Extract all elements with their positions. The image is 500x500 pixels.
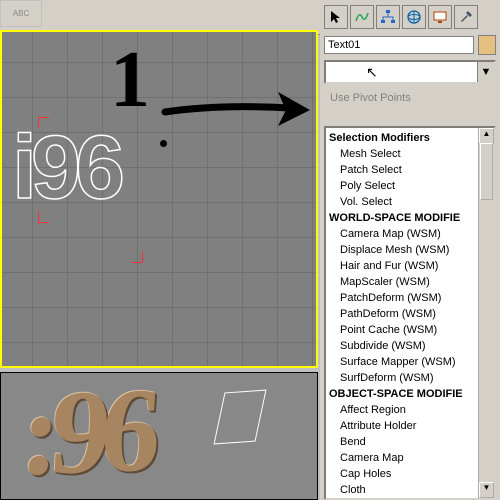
modifier-list-scrollbar[interactable]: ▲ ▼ — [478, 128, 494, 498]
modifier-list-dropdown[interactable]: ↖ ▼ — [324, 60, 496, 84]
toolbar-cropped-left: ABC — [0, 0, 42, 27]
display-monitor-icon[interactable] — [428, 5, 452, 29]
curve-icon[interactable] — [350, 5, 374, 29]
modifier-item[interactable]: Cap Holes — [326, 466, 494, 482]
text-object-i96[interactable]: i96 — [12, 117, 119, 220]
scroll-up-button[interactable]: ▲ — [479, 128, 494, 144]
modifier-group-header: Selection Modifiers — [326, 130, 494, 146]
cursor-arrow-icon: ↖ — [366, 64, 378, 81]
modifier-list: Selection ModifiersMesh SelectPatch Sele… — [326, 128, 494, 500]
wireframe-box — [213, 390, 266, 445]
scroll-thumb[interactable] — [480, 143, 493, 200]
modifier-item[interactable]: SurfDeform (WSM) — [326, 370, 494, 386]
viewport-top[interactable]: i96 — [0, 30, 318, 368]
modifier-item[interactable]: Mesh Select — [326, 146, 494, 162]
hierarchy-icon[interactable] — [376, 5, 400, 29]
modifier-item[interactable]: Poly Select — [326, 178, 494, 194]
modifier-item[interactable]: Affect Region — [326, 402, 494, 418]
modifier-item[interactable]: Camera Map (WSM) — [326, 226, 494, 242]
scroll-down-button[interactable]: ▼ — [479, 482, 494, 498]
modifier-item[interactable]: Cloth — [326, 482, 494, 498]
select-arrow-icon[interactable] — [324, 5, 348, 29]
modifier-item[interactable]: Subdivide (WSM) — [326, 338, 494, 354]
use-pivot-points-label: Use Pivot Points — [324, 90, 496, 106]
modifier-group-header: WORLD-SPACE MODIFIE — [326, 210, 494, 226]
command-panel: ↖ ▼ Use Pivot Points Selection Modifiers… — [320, 30, 500, 500]
modifier-item[interactable]: MapScaler (WSM) — [326, 274, 494, 290]
toolbar-spacer — [2, 5, 322, 29]
modifier-group-header: OBJECT-SPACE MODIFIE — [326, 386, 494, 402]
modifier-item[interactable]: Point Cache (WSM) — [326, 322, 494, 338]
object-name-input[interactable] — [324, 36, 474, 54]
modifier-item[interactable]: Displace Mesh (WSM) — [326, 242, 494, 258]
utilities-hammer-icon[interactable] — [454, 5, 478, 29]
modifier-item[interactable]: Hair and Fur (WSM) — [326, 258, 494, 274]
motion-globe-icon[interactable] — [402, 5, 426, 29]
modifier-item[interactable]: PathDeform (WSM) — [326, 306, 494, 322]
modifier-item[interactable]: Vol. Select — [326, 194, 494, 210]
object-color-swatch[interactable] — [478, 35, 496, 55]
modifier-item[interactable]: Attribute Holder — [326, 418, 494, 434]
modifier-item[interactable]: Patch Select — [326, 162, 494, 178]
text-object-3d[interactable]: :96 — [16, 372, 156, 500]
dropdown-arrow-icon[interactable]: ▼ — [477, 62, 494, 82]
modifier-item[interactable]: Bend — [326, 434, 494, 450]
modifier-item[interactable]: Camera Map — [326, 450, 494, 466]
viewport-perspective[interactable]: :96 — [0, 372, 318, 500]
modifier-item[interactable]: PatchDeform (WSM) — [326, 290, 494, 306]
modifier-item[interactable]: Surface Mapper (WSM) — [326, 354, 494, 370]
modifier-list-panel: Selection ModifiersMesh SelectPatch Sele… — [324, 126, 496, 500]
